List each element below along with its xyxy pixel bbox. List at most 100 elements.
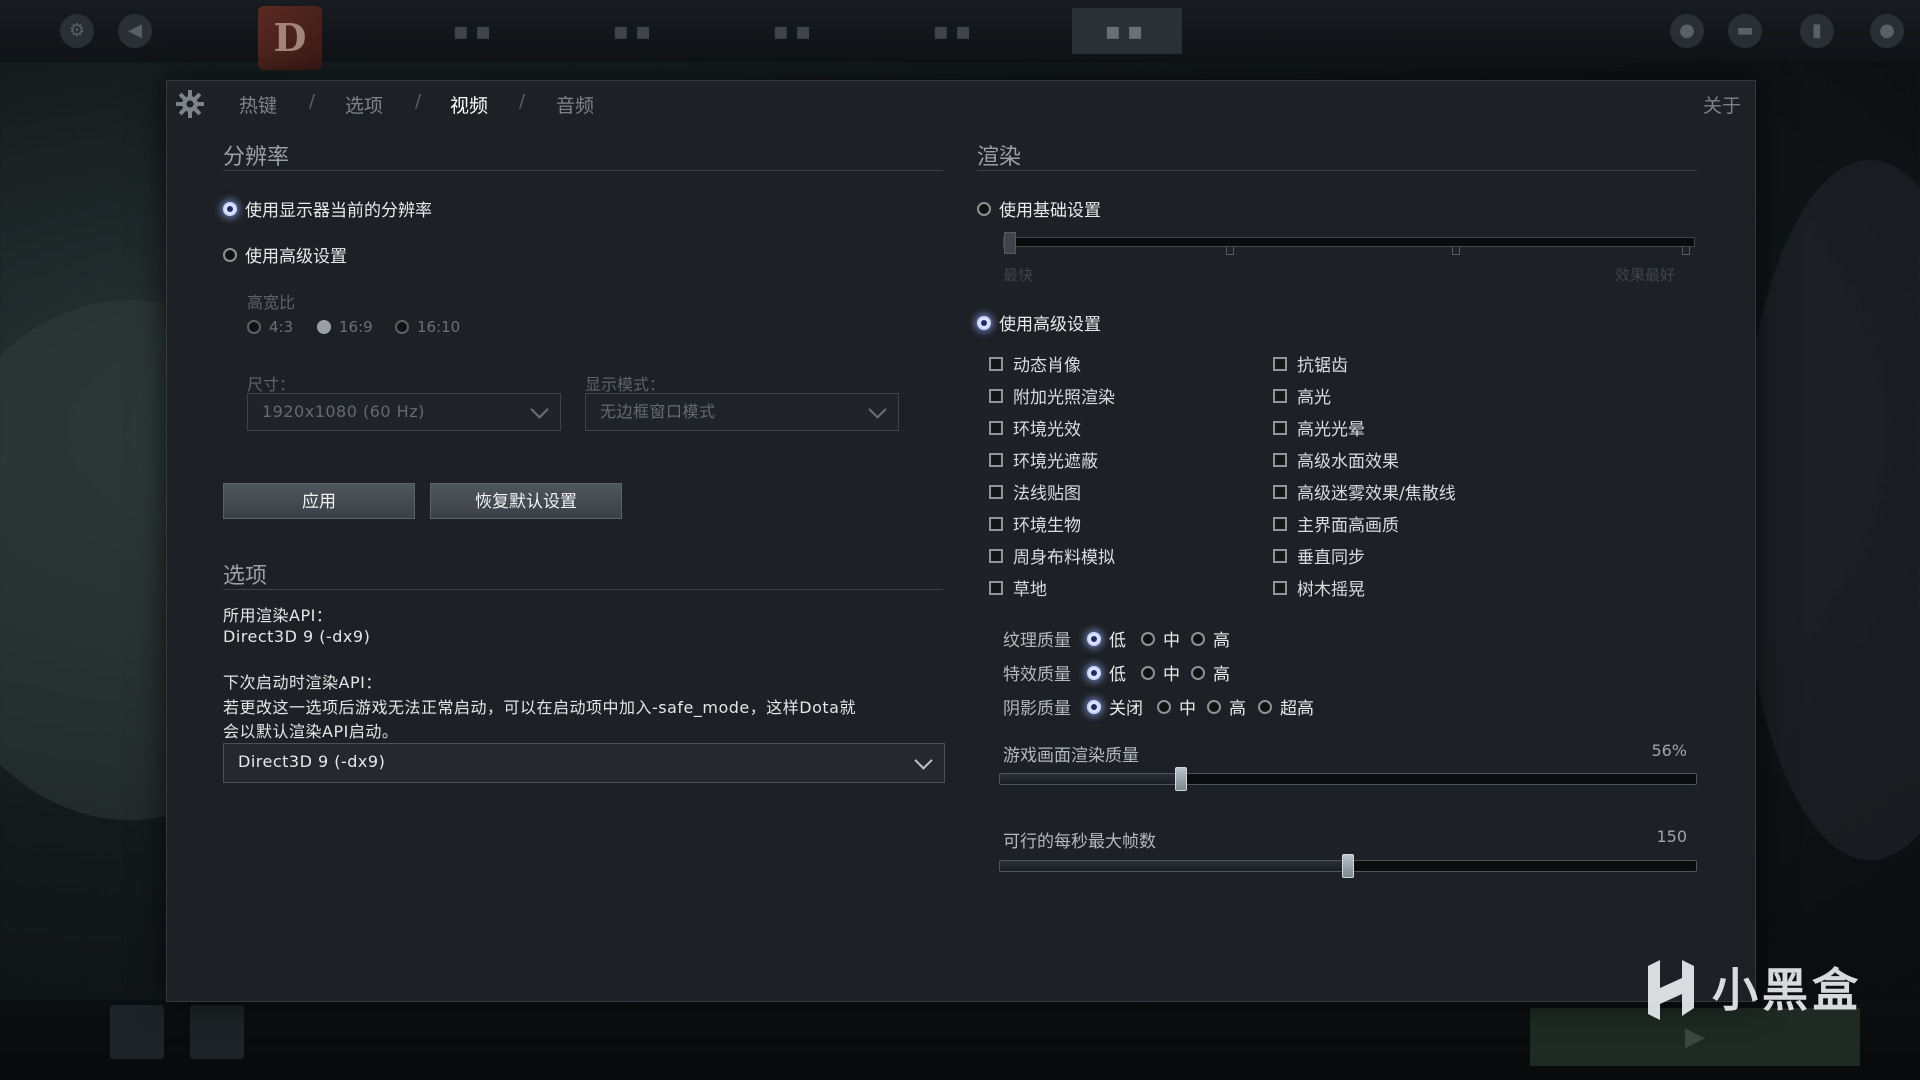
top-tab-1[interactable]: ▪▪ [420, 8, 530, 54]
top-tab-active[interactable]: ▪▪ [1072, 8, 1182, 54]
use-monitor-resolution-radio[interactable]: 使用显示器当前的分辨率 [223, 196, 432, 221]
dota-logo[interactable]: D [258, 6, 322, 70]
stats-icon[interactable]: ▮ [1800, 14, 1834, 48]
checkbox-cloth-simulation[interactable]: 周身布料模拟 [989, 543, 1115, 568]
checkbox-fog-caustics[interactable]: 高级迷雾效果/焦散线 [1273, 479, 1456, 504]
render-quality-slider[interactable] [999, 767, 1697, 791]
checkbox-anti-aliasing[interactable]: 抗锯齿 [1273, 351, 1348, 376]
render-api-select[interactable]: Direct3D 9 (-dx9) [223, 743, 945, 783]
aspect-4-3-radio[interactable]: 4:3 [247, 318, 293, 336]
checkbox-normal-maps[interactable]: 法线贴图 [989, 479, 1081, 504]
checkbox-box [989, 452, 1003, 467]
radio-label: 高 [1213, 665, 1230, 685]
tab-hotkeys[interactable]: 热键 [239, 91, 277, 118]
texture-quality-medium-radio[interactable]: 中 [1141, 626, 1180, 651]
shadow-quality-medium-radio[interactable]: 中 [1157, 694, 1196, 719]
radio-label: 低 [1109, 631, 1126, 651]
slider-thumb[interactable] [1342, 854, 1354, 878]
checkbox-box [989, 356, 1003, 371]
max-fps-slider[interactable] [999, 854, 1697, 878]
basic-quality-slider[interactable] [1003, 232, 1695, 255]
slider-thumb[interactable] [1174, 767, 1187, 791]
checkbox-animated-portraits[interactable]: 动态肖像 [989, 351, 1081, 376]
checkbox-high-quality-dashboard[interactable]: 主界面高画质 [1273, 511, 1399, 536]
radio-dot [1258, 699, 1272, 714]
radio-dot [1087, 699, 1101, 714]
radio-label: 16:9 [339, 318, 373, 336]
size-label: 尺寸： [247, 375, 296, 394]
slider-tick [1226, 247, 1234, 255]
apply-button[interactable]: 应用 [223, 483, 415, 519]
use-basic-rendering-radio[interactable]: 使用基础设置 [977, 196, 1101, 221]
restore-defaults-button[interactable]: 恢复默认设置 [430, 483, 622, 519]
bottom-icon-2[interactable] [190, 1005, 244, 1059]
gear-icon [176, 90, 204, 118]
slider-fill [1000, 861, 1348, 871]
shadow-quality-ultra-radio[interactable]: 超高 [1258, 694, 1314, 719]
avatar[interactable]: ● [1870, 14, 1904, 48]
tab-video[interactable]: 视频 [450, 91, 488, 118]
texture-quality-low-radio[interactable]: 低 [1087, 626, 1126, 651]
bottom-icon-1[interactable] [110, 1005, 164, 1059]
texture-quality-high-radio[interactable]: 高 [1191, 626, 1230, 651]
tab-options[interactable]: 选项 [345, 91, 383, 118]
checkbox-box [1273, 516, 1287, 531]
use-advanced-resolution-radio[interactable]: 使用高级设置 [223, 242, 347, 267]
radio-dot [1157, 699, 1171, 714]
texture-quality-label: 纹理质量 [1003, 631, 1071, 651]
radio-dot [1087, 631, 1101, 646]
chevron-down-icon [868, 400, 887, 419]
checkbox-high-quality-water[interactable]: 高级水面效果 [1273, 447, 1399, 472]
top-tab-3[interactable]: ▪▪ [740, 8, 850, 54]
radio-label: 4:3 [269, 318, 294, 336]
radio-dot [1191, 631, 1205, 646]
select-value: 无边框窗口模式 [600, 402, 716, 421]
radio-label: 超高 [1280, 699, 1314, 719]
checkbox-bloom[interactable]: 高光光晕 [1273, 415, 1365, 440]
tab-audio[interactable]: 音频 [556, 91, 594, 118]
use-advanced-rendering-radio[interactable]: 使用高级设置 [977, 310, 1101, 335]
slider-thumb[interactable] [1004, 232, 1016, 254]
back-icon[interactable]: ◀ [118, 14, 152, 48]
top-tab-2[interactable]: ▪▪ [580, 8, 690, 54]
checkbox-ambient-occlusion[interactable]: 环境光遮蔽 [989, 447, 1098, 472]
checkbox-box [1273, 388, 1287, 403]
top-tab-4[interactable]: ▪▪ [900, 8, 1010, 54]
effects-quality-low-radio[interactable]: 低 [1087, 660, 1126, 685]
radio-label: 使用高级设置 [999, 315, 1101, 335]
radio-dot [395, 320, 409, 334]
checkbox-box [1273, 420, 1287, 435]
checkbox-grass[interactable]: 草地 [989, 575, 1047, 600]
checkbox-box [989, 580, 1003, 595]
checkbox-tree-wind[interactable]: 树木摇晃 [1273, 575, 1365, 600]
aspect-16-9-radio[interactable]: 16:9 [317, 318, 373, 336]
resolution-size-select[interactable]: 1920x1080 (60 Hz) [247, 393, 561, 431]
chevron-down-icon [914, 751, 933, 770]
effects-quality-high-radio[interactable]: 高 [1191, 660, 1230, 685]
about-link[interactable]: 关于 [1703, 91, 1741, 118]
checkbox-box [989, 420, 1003, 435]
background-art-right [1740, 160, 1920, 860]
friends-icon[interactable]: ● [1670, 14, 1704, 48]
checkbox-label: 高级迷雾效果/焦散线 [1297, 484, 1456, 504]
shadow-quality-high-radio[interactable]: 高 [1207, 694, 1246, 719]
settings-dialog: 热键 / 选项 / 视频 / 音频 关于 分辨率 使用显示器当前的分辨率 使用高… [166, 80, 1756, 1002]
nav-separator: / [309, 91, 316, 112]
effects-quality-label: 特效质量 [1003, 665, 1071, 685]
effects-quality-medium-radio[interactable]: 中 [1141, 660, 1180, 685]
display-mode-select[interactable]: 无边框窗口模式 [585, 393, 899, 431]
checkbox-vsync[interactable]: 垂直同步 [1273, 543, 1365, 568]
shadow-quality-off-radio[interactable]: 关闭 [1087, 694, 1143, 719]
checkbox-ambient-creatures[interactable]: 环境生物 [989, 511, 1081, 536]
chat-icon[interactable]: ▬ [1728, 14, 1762, 48]
checkbox-specular[interactable]: 高光 [1273, 383, 1331, 408]
checkbox-additional-lighting[interactable]: 附加光照渲染 [989, 383, 1115, 408]
aspect-16-10-radio[interactable]: 16:10 [395, 318, 460, 336]
game-top-bar: ⚙ ◀ D ▪▪ ▪▪ ▪▪ ▪▪ ▪▪ ● ▬ ▮ ● [0, 0, 1920, 70]
settings-icon[interactable]: ⚙ [60, 14, 94, 48]
radio-dot [247, 320, 261, 334]
checkbox-ambient-effects[interactable]: 环境光效 [989, 415, 1081, 440]
safe-mode-note-line2: 会以默认渲染API启动。 [223, 722, 399, 741]
nav-separator: / [519, 91, 526, 112]
radio-label: 关闭 [1109, 699, 1143, 719]
